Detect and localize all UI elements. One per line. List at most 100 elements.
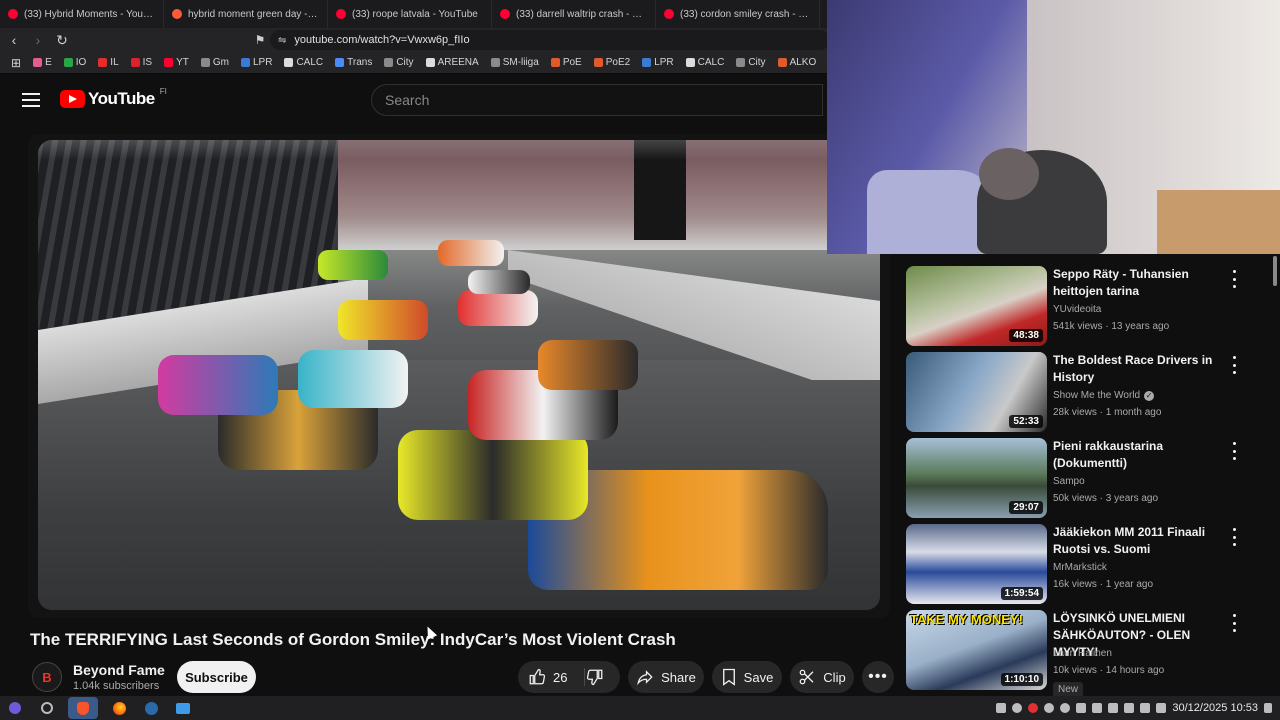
bookmark-item[interactable]: City bbox=[731, 57, 770, 68]
scrollbar-thumb[interactable] bbox=[1273, 256, 1277, 286]
video-player[interactable] bbox=[28, 134, 890, 618]
steam-tray-icon[interactable] bbox=[1044, 703, 1055, 713]
bookmark-icon[interactable]: ⚑ bbox=[250, 30, 270, 50]
more-vertical-icon[interactable] bbox=[1228, 528, 1240, 546]
clock-datetime[interactable]: 30/12/2025 10:53 bbox=[1172, 702, 1258, 714]
recommendation-title[interactable]: Jääkiekon MM 2011 Finaali Ruotsi vs. Suo… bbox=[1053, 524, 1229, 558]
bookmark-item[interactable]: IO bbox=[59, 57, 92, 68]
recommendation-channel[interactable]: MrMarkstick bbox=[1053, 562, 1107, 573]
recommendation-channel[interactable]: Show Me the World ✓ bbox=[1053, 390, 1155, 401]
bookmark-item[interactable]: PoE2 bbox=[589, 57, 635, 68]
channel-avatar[interactable]: B bbox=[32, 662, 62, 692]
recommendation-meta: 50k views · 3 years ago bbox=[1053, 493, 1159, 504]
bluetooth-icon[interactable] bbox=[1092, 703, 1103, 713]
file-manager-icon[interactable] bbox=[172, 697, 194, 719]
browser-tab[interactable]: (33) Hybrid Moments - YouTube bbox=[0, 0, 164, 28]
bookmark-item[interactable]: PoE bbox=[546, 57, 587, 68]
steam-icon[interactable] bbox=[140, 697, 162, 719]
tray-app-icon[interactable] bbox=[1012, 703, 1023, 713]
like-button[interactable]: 26 bbox=[518, 661, 620, 693]
recommendation-item[interactable]: 1:59:54 Jääkiekon MM 2011 Finaali Ruotsi… bbox=[906, 524, 1266, 604]
video-thumbnail[interactable]: 48:38 bbox=[906, 266, 1047, 346]
bookmark-item[interactable]: IL bbox=[93, 57, 123, 68]
video-thumbnail[interactable]: TAKE MY MONEY! 1:10:10 bbox=[906, 610, 1047, 690]
firefox-icon[interactable] bbox=[108, 697, 130, 719]
subscribe-button[interactable]: Subscribe bbox=[177, 661, 256, 693]
browser-tab[interactable]: hybrid moment green day - Bra bbox=[164, 0, 328, 28]
save-button[interactable]: Save bbox=[712, 661, 782, 693]
divider bbox=[584, 668, 585, 686]
scrollbar-track[interactable] bbox=[1272, 256, 1278, 694]
recommendation-channel[interactable]: Lauri Halinen bbox=[1053, 648, 1112, 659]
bookmark-item[interactable]: CALC bbox=[279, 57, 328, 68]
bookmark-favicon-icon bbox=[642, 58, 652, 67]
network-icon[interactable] bbox=[1140, 703, 1151, 713]
show-desktop-icon[interactable] bbox=[1264, 703, 1272, 713]
bookmark-item[interactable]: E bbox=[28, 57, 57, 68]
recommendation-channel[interactable]: YUvideoita bbox=[1053, 304, 1101, 315]
clip-button[interactable]: Clip bbox=[790, 661, 854, 693]
more-vertical-icon[interactable] bbox=[1228, 356, 1240, 374]
recommendation-title[interactable]: Seppo Räty - Tuhansien heittojen tarina bbox=[1053, 266, 1229, 300]
thumbs-down-icon[interactable] bbox=[586, 668, 604, 686]
apps-grid-icon[interactable]: ⊞ bbox=[6, 56, 26, 70]
bookmark-item[interactable]: City bbox=[379, 57, 418, 68]
start-menu-icon[interactable] bbox=[4, 697, 26, 719]
clipboard-icon[interactable] bbox=[1076, 703, 1087, 713]
bookmark-item[interactable]: Trans bbox=[330, 57, 377, 68]
video-frame[interactable] bbox=[38, 140, 880, 610]
browser-tab[interactable]: (33) darrell waltrip crash - YouTu bbox=[492, 0, 656, 28]
recommendation-title[interactable]: Pieni rakkaustarina (Dokumentti) bbox=[1053, 438, 1229, 472]
recommendation-channel[interactable]: Sampo bbox=[1053, 476, 1085, 487]
more-vertical-icon[interactable] bbox=[1228, 614, 1240, 632]
share-button[interactable]: Share bbox=[628, 661, 704, 693]
bookmark-item[interactable]: ALKO bbox=[773, 57, 822, 68]
microphone-icon[interactable] bbox=[1108, 703, 1119, 713]
bookmark-item[interactable]: Gm bbox=[196, 57, 234, 68]
bookmark-item[interactable]: SM-liiga bbox=[486, 57, 544, 68]
subscriber-count: 1.04k subscribers bbox=[73, 680, 160, 692]
record-icon[interactable] bbox=[1028, 703, 1039, 713]
address-bar[interactable]: ⇋ youtube.com/watch?v=Vwxw6p_fIIo bbox=[270, 30, 830, 50]
browser-tab[interactable]: (33) roope latvala - YouTube bbox=[328, 0, 492, 28]
hamburger-menu-icon[interactable] bbox=[22, 93, 40, 107]
volume-icon[interactable] bbox=[1124, 703, 1135, 713]
recommendation-item[interactable]: 29:07 Pieni rakkaustarina (Dokumentti) S… bbox=[906, 438, 1266, 518]
bookmark-favicon-icon bbox=[736, 58, 746, 67]
back-arrow-icon[interactable]: ‹ bbox=[4, 30, 24, 50]
bookmark-item[interactable]: AREENA bbox=[421, 57, 484, 68]
bookmark-item[interactable]: YT bbox=[159, 57, 194, 68]
more-vertical-icon[interactable] bbox=[1228, 270, 1240, 288]
brave-browser-icon[interactable] bbox=[68, 697, 98, 719]
recommendations-list: 48:38 Seppo Räty - Tuhansien heittojen t… bbox=[906, 256, 1272, 696]
recommendation-item[interactable]: 48:38 Seppo Räty - Tuhansien heittojen t… bbox=[906, 266, 1266, 346]
channel-name[interactable]: Beyond Fame bbox=[73, 662, 165, 678]
recommendation-item[interactable]: TAKE MY MONEY! 1:10:10 LÖYSINKÖ UNELMIEN… bbox=[906, 610, 1266, 696]
system-settings-icon[interactable] bbox=[36, 697, 58, 719]
site-info-icon[interactable]: ⇋ bbox=[278, 35, 286, 46]
bookmark-item[interactable]: LPR bbox=[236, 57, 277, 68]
recommendation-item[interactable]: 52:33 The Boldest Race Drivers in Histor… bbox=[906, 352, 1266, 432]
forward-arrow-icon[interactable]: › bbox=[28, 30, 48, 50]
youtube-logo[interactable]: YouTube FI bbox=[60, 87, 167, 109]
bookmark-favicon-icon bbox=[240, 58, 250, 67]
scissors-icon bbox=[799, 669, 814, 685]
notification-icon[interactable] bbox=[996, 703, 1007, 713]
search-input[interactable]: Search bbox=[371, 84, 823, 116]
video-thumbnail[interactable]: 52:33 bbox=[906, 352, 1047, 432]
video-thumbnail[interactable]: 29:07 bbox=[906, 438, 1047, 518]
lock-icon[interactable] bbox=[1156, 703, 1167, 713]
video-thumbnail[interactable]: 1:59:54 bbox=[906, 524, 1047, 604]
webcam-floor bbox=[1157, 190, 1280, 254]
more-actions-button[interactable]: ••• bbox=[862, 661, 894, 693]
browser-tab-active[interactable]: (33) cordon smiley crash - YouTu bbox=[656, 0, 820, 28]
more-vertical-icon[interactable] bbox=[1228, 442, 1240, 460]
bookmark-item[interactable]: CALC bbox=[681, 57, 730, 68]
bookmark-item[interactable]: IS bbox=[126, 57, 157, 68]
media-play-icon[interactable] bbox=[1060, 703, 1071, 713]
recommendation-title[interactable]: The Boldest Race Drivers in History bbox=[1053, 352, 1229, 386]
recommendation-meta: 10k views · 14 hours ago bbox=[1053, 665, 1165, 676]
reload-icon[interactable]: ↻ bbox=[52, 30, 72, 50]
url-text: youtube.com/watch?v=Vwxw6p_fIIo bbox=[294, 34, 470, 46]
bookmark-item[interactable]: LPR bbox=[637, 57, 678, 68]
